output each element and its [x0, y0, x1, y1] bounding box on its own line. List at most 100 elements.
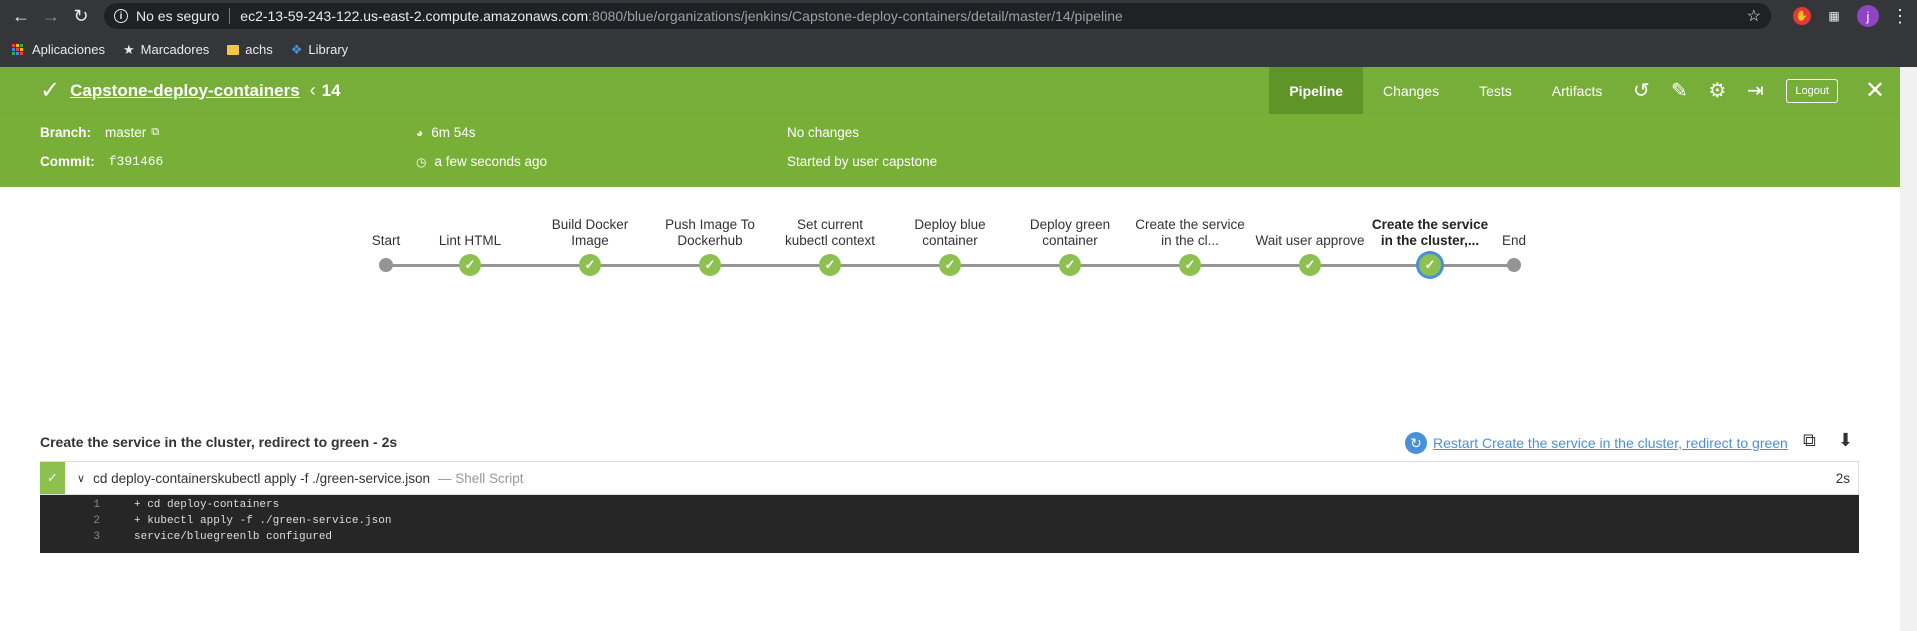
branch-value[interactable]: master [105, 125, 146, 140]
open-in-new-icon[interactable]: ⧉ [1803, 430, 1816, 451]
stage-endpoint-dot [379, 258, 393, 272]
bookmarks-bar: Aplicaciones ★ Marcadores achs ❖ Library [0, 32, 1917, 67]
url-path: :8080/blue/organizations/jenkins/Capston… [588, 8, 1123, 24]
run-summary: Branch: master ⧉ Commit: f391466 ◕ 6m 54… [0, 114, 1900, 187]
stage-label-line: Create the service [1135, 217, 1245, 232]
step-type: — Shell Script [437, 470, 524, 486]
stage-label[interactable]: End [1454, 233, 1574, 249]
duration-value: 6m 54s [431, 125, 476, 140]
stage-label-line: Deploy blue [914, 217, 986, 232]
tab-pipeline[interactable]: Pipeline [1269, 67, 1364, 114]
extension-grid-icon[interactable]: ▦ [1825, 7, 1843, 25]
run-header: ✓ Capstone-deploy-containers ‹ 14 Pipeli… [0, 67, 1900, 114]
stage-node-check-icon[interactable]: ✓ [579, 254, 601, 276]
gear-icon[interactable]: ⚙ [1698, 67, 1736, 114]
stage-endpoint-dot [1507, 258, 1521, 272]
commit-label: Commit: [40, 154, 95, 169]
stage-label-line: Wait user approve [1255, 233, 1365, 248]
clock-icon: ◷ [416, 154, 427, 169]
tab-tests[interactable]: Tests [1459, 67, 1532, 114]
bookmark-label: Marcadores [140, 42, 210, 57]
reload-icon[interactable]: ↻ [68, 3, 94, 29]
log-line: 1 + cd deploy-containers [40, 499, 1859, 515]
stage-label[interactable]: Push Image To Dockerhub [650, 217, 770, 249]
library-icon: ❖ [290, 41, 303, 57]
success-check-icon: ✓ [40, 77, 61, 104]
stage-label-line: Build Docker [551, 217, 629, 232]
stage-label[interactable]: Create the service in the cl... [1130, 217, 1250, 249]
chevron-down-icon[interactable]: ∨ [77, 472, 85, 485]
started-by-info: Started by user capstone [787, 154, 938, 169]
address-row: ← → ↻ i No es seguro ec2-13-59-243-122.u… [0, 0, 1917, 32]
browser-menu-icon[interactable]: ⋮ [1891, 6, 1909, 27]
log-line: 2 + kubectl apply -f ./green-service.jso… [40, 515, 1859, 531]
download-icon[interactable]: ⬇ [1838, 430, 1853, 451]
stage-node-check-icon[interactable]: ✓ [699, 254, 721, 276]
stage-label[interactable]: Deploy green container [1010, 217, 1130, 249]
stage-label-line: Start [371, 233, 401, 248]
restart-icon[interactable]: ↻ [1405, 432, 1427, 454]
stage-node-check-icon[interactable]: ✓ [1179, 254, 1201, 276]
bookmark-marcadores[interactable]: ★ Marcadores [123, 42, 209, 58]
stage-label[interactable]: Start [326, 233, 446, 249]
branch-info: Branch: master ⧉ [40, 125, 159, 140]
tab-artifacts[interactable]: Artifacts [1532, 67, 1623, 114]
log-line-text: + cd deploy-containers [134, 499, 280, 511]
run-number: 14 [321, 80, 341, 100]
extension-hand-icon[interactable]: ✋ [1793, 7, 1811, 25]
close-icon[interactable]: ✕ [1850, 67, 1900, 114]
log-line-text: + kubectl apply -f ./green-service.json [134, 515, 392, 527]
stage-label-line: Set current [796, 217, 864, 232]
step-title: Create the service in the cluster, redir… [40, 434, 398, 450]
step-command: cd deploy-containerskubectl apply -f ./g… [93, 470, 430, 486]
address-bar[interactable]: i No es seguro ec2-13-59-243-122.us-east… [104, 3, 1771, 29]
changes-info: No changes [787, 125, 860, 140]
edit-icon[interactable]: ✎ [1660, 67, 1698, 114]
bookmark-apps[interactable]: Aplicaciones [12, 42, 105, 57]
stage-node-check-icon[interactable]: ✓ [939, 254, 961, 276]
forward-icon[interactable]: → [38, 3, 64, 29]
step-duration: 2s [1835, 470, 1850, 486]
stage-node-check-icon[interactable]: ✓ [819, 254, 841, 276]
external-link-icon[interactable]: ⧉ [151, 126, 159, 139]
bookmark-label: achs [245, 42, 273, 57]
stage-label[interactable]: Set current kubectl context [770, 217, 890, 249]
tab-changes[interactable]: Changes [1363, 67, 1459, 114]
stage-label-line: kubectl context [784, 233, 876, 248]
bookmark-library[interactable]: ❖ Library [291, 42, 348, 58]
bookmark-star-icon[interactable]: ☆ [1747, 6, 1761, 26]
classic-view-icon[interactable]: ⇥ [1736, 67, 1774, 114]
stage-label[interactable]: Deploy blue container [890, 217, 1010, 249]
folder-icon [227, 44, 240, 55]
stage-node-check-icon[interactable]: ✓ [1059, 254, 1081, 276]
stage-node-check-icon[interactable]: ✓ [459, 254, 481, 276]
log-line-number[interactable]: 1 [40, 499, 100, 515]
log-line-number[interactable]: 2 [40, 515, 100, 531]
job-name-link[interactable]: Capstone-deploy-containers [70, 81, 300, 101]
stage-node-selected-check-icon[interactable]: ✓ [1419, 254, 1441, 276]
stage-label[interactable]: Lint HTML [410, 233, 530, 249]
browser-chrome: ← → ↻ i No es seguro ec2-13-59-243-122.u… [0, 0, 1917, 67]
rerun-icon[interactable]: ↺ [1622, 67, 1660, 114]
logout-button[interactable]: Logout [1786, 78, 1838, 103]
stage-label[interactable]: Wait user approve [1250, 233, 1370, 249]
stage-label-line: Deploy green [1029, 217, 1111, 232]
branch-label: Branch: [40, 125, 92, 140]
step-row[interactable]: ✓ ∨ cd deploy-containerskubectl apply -f… [40, 461, 1859, 495]
back-icon[interactable]: ← [8, 3, 34, 29]
stage-label-line: container [1042, 233, 1098, 248]
bookmark-label: Aplicaciones [32, 42, 105, 57]
info-icon[interactable]: i [114, 9, 128, 23]
bookmark-achs[interactable]: achs [227, 42, 273, 57]
stage-label[interactable]: Create the service in the cluster,... [1370, 217, 1490, 249]
restart-stage[interactable]: ↻ Restart Create the service in the clus… [1405, 432, 1788, 454]
commit-info: Commit: f391466 [40, 154, 163, 169]
log-line-number[interactable]: 3 [40, 531, 100, 547]
restart-stage-link[interactable]: Restart Create the service in the cluste… [1433, 435, 1788, 451]
stage-label[interactable]: Build Docker Image [530, 217, 650, 249]
stage-label-line: End [1501, 233, 1527, 248]
star-icon: ★ [123, 41, 135, 57]
stage-node-check-icon[interactable]: ✓ [1299, 254, 1321, 276]
avatar[interactable]: j [1857, 5, 1879, 27]
page-scrollbar[interactable] [1900, 67, 1917, 631]
